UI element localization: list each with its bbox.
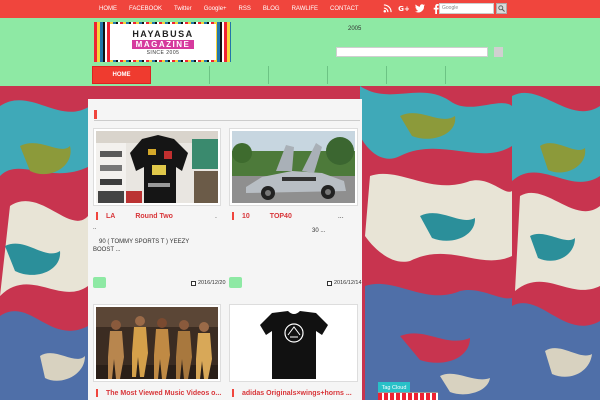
site-search-button[interactable] <box>494 47 503 57</box>
google-search-button[interactable] <box>496 3 507 14</box>
post-excerpt-1-top: .. <box>93 225 97 231</box>
post-title-2-part-c: ... <box>337 212 344 220</box>
site-logo[interactable]: HAYABUSA MAGAZINE SINCE 2005 <box>94 22 231 62</box>
google-search-input[interactable]: Google <box>439 3 494 14</box>
logo-title: HAYABUSA <box>132 28 194 39</box>
post-title-1-part-b: Round Two <box>135 212 173 220</box>
post-title-1[interactable]: LA Round Two . <box>96 211 217 221</box>
header-year: 2005 <box>348 26 362 32</box>
read-more-button-2[interactable] <box>229 277 242 288</box>
post-thumbnail-2[interactable] <box>229 128 358 206</box>
tab-home[interactable]: HOME <box>92 66 151 84</box>
post-title-2-part-b: TOP40 <box>269 212 292 220</box>
rss-icon[interactable] <box>382 3 393 14</box>
logo-plate: HAYABUSA MAGAZINE SINCE 2005 <box>110 24 216 60</box>
title-marker <box>232 212 234 220</box>
section-divider <box>94 120 360 121</box>
top-nav-google-plus[interactable]: Google+ <box>199 0 234 18</box>
post-excerpt-2-line1: 30 ... <box>312 228 326 234</box>
post-image-3 <box>96 307 218 379</box>
post-thumbnail-3[interactable] <box>93 304 221 382</box>
post-image-4 <box>232 307 355 379</box>
top-nav-contact[interactable]: CONTACT <box>325 0 366 18</box>
post-date-2: 2016/12/14 <box>327 280 362 286</box>
post-excerpt-1-line1: 90 ( TOMMY SPORTS T ) YEEZY <box>99 239 190 245</box>
title-marker <box>232 389 234 397</box>
post-title-2[interactable]: 10 TOP40 ... <box>232 211 344 221</box>
google-plus-icon[interactable]: G+ <box>398 3 409 14</box>
post-title-2-part-a: 10 <box>242 212 250 220</box>
post-date-1: 2016/12/20 <box>191 280 226 286</box>
post-date-1-text: 2016/12/20 <box>198 280 226 286</box>
title-marker <box>96 212 98 220</box>
top-nav-home[interactable]: HOME <box>94 0 124 18</box>
top-nav-rss[interactable]: RSS <box>234 0 258 18</box>
title-marker <box>96 389 98 397</box>
svg-text:G+: G+ <box>398 4 409 13</box>
calendar-icon <box>191 280 196 286</box>
top-nav-rawlife[interactable]: RAWLIFE <box>287 0 325 18</box>
top-nav-facebook[interactable]: FACEBOOK <box>124 0 169 18</box>
post-thumbnail-1[interactable] <box>93 128 221 206</box>
post-excerpt-1-line2: BOOST ... <box>93 247 121 253</box>
tab-2[interactable] <box>151 66 210 84</box>
top-nav-blog[interactable]: BLOG <box>258 0 287 18</box>
search-icon <box>498 5 505 12</box>
tab-6[interactable] <box>387 66 446 84</box>
post-image-1 <box>96 131 218 203</box>
social-links: G+ <box>382 3 441 14</box>
post-title-3[interactable]: The Most Viewed Music Videos o... <box>96 388 221 398</box>
main-nav: HOME <box>92 66 452 84</box>
post-title-4[interactable]: adidas Originals×wings+horns ... <box>232 388 352 398</box>
post-title-1-part-c: . <box>214 212 217 220</box>
twitter-icon[interactable] <box>414 3 425 14</box>
read-more-button-1[interactable] <box>93 277 106 288</box>
logo-since: SINCE 2005 <box>146 49 180 56</box>
top-nav-twitter[interactable]: Twitter <box>169 0 199 18</box>
top-nav: HOME FACEBOOK Twitter Google+ RSS BLOG R… <box>94 0 366 18</box>
calendar-icon <box>327 280 332 286</box>
top-bar: HOME FACEBOOK Twitter Google+ RSS BLOG R… <box>0 0 600 18</box>
tab-3[interactable] <box>210 66 269 84</box>
post-title-1-part-a: LA <box>106 212 116 220</box>
section-marker <box>94 110 97 119</box>
site-search-input[interactable] <box>336 47 488 57</box>
tab-5[interactable] <box>328 66 387 84</box>
logo-subtitle: MAGAZINE <box>131 39 195 49</box>
post-date-2-text: 2016/12/14 <box>334 280 362 286</box>
tab-4[interactable] <box>269 66 328 84</box>
post-title-3-text: The Most Viewed Music Videos o... <box>106 389 222 397</box>
tag-cloud-banner[interactable] <box>378 393 438 400</box>
post-thumbnail-4[interactable] <box>229 304 358 382</box>
post-title-4-text: adidas Originals×wings+horns ... <box>242 389 352 397</box>
post-image-2 <box>232 131 355 203</box>
